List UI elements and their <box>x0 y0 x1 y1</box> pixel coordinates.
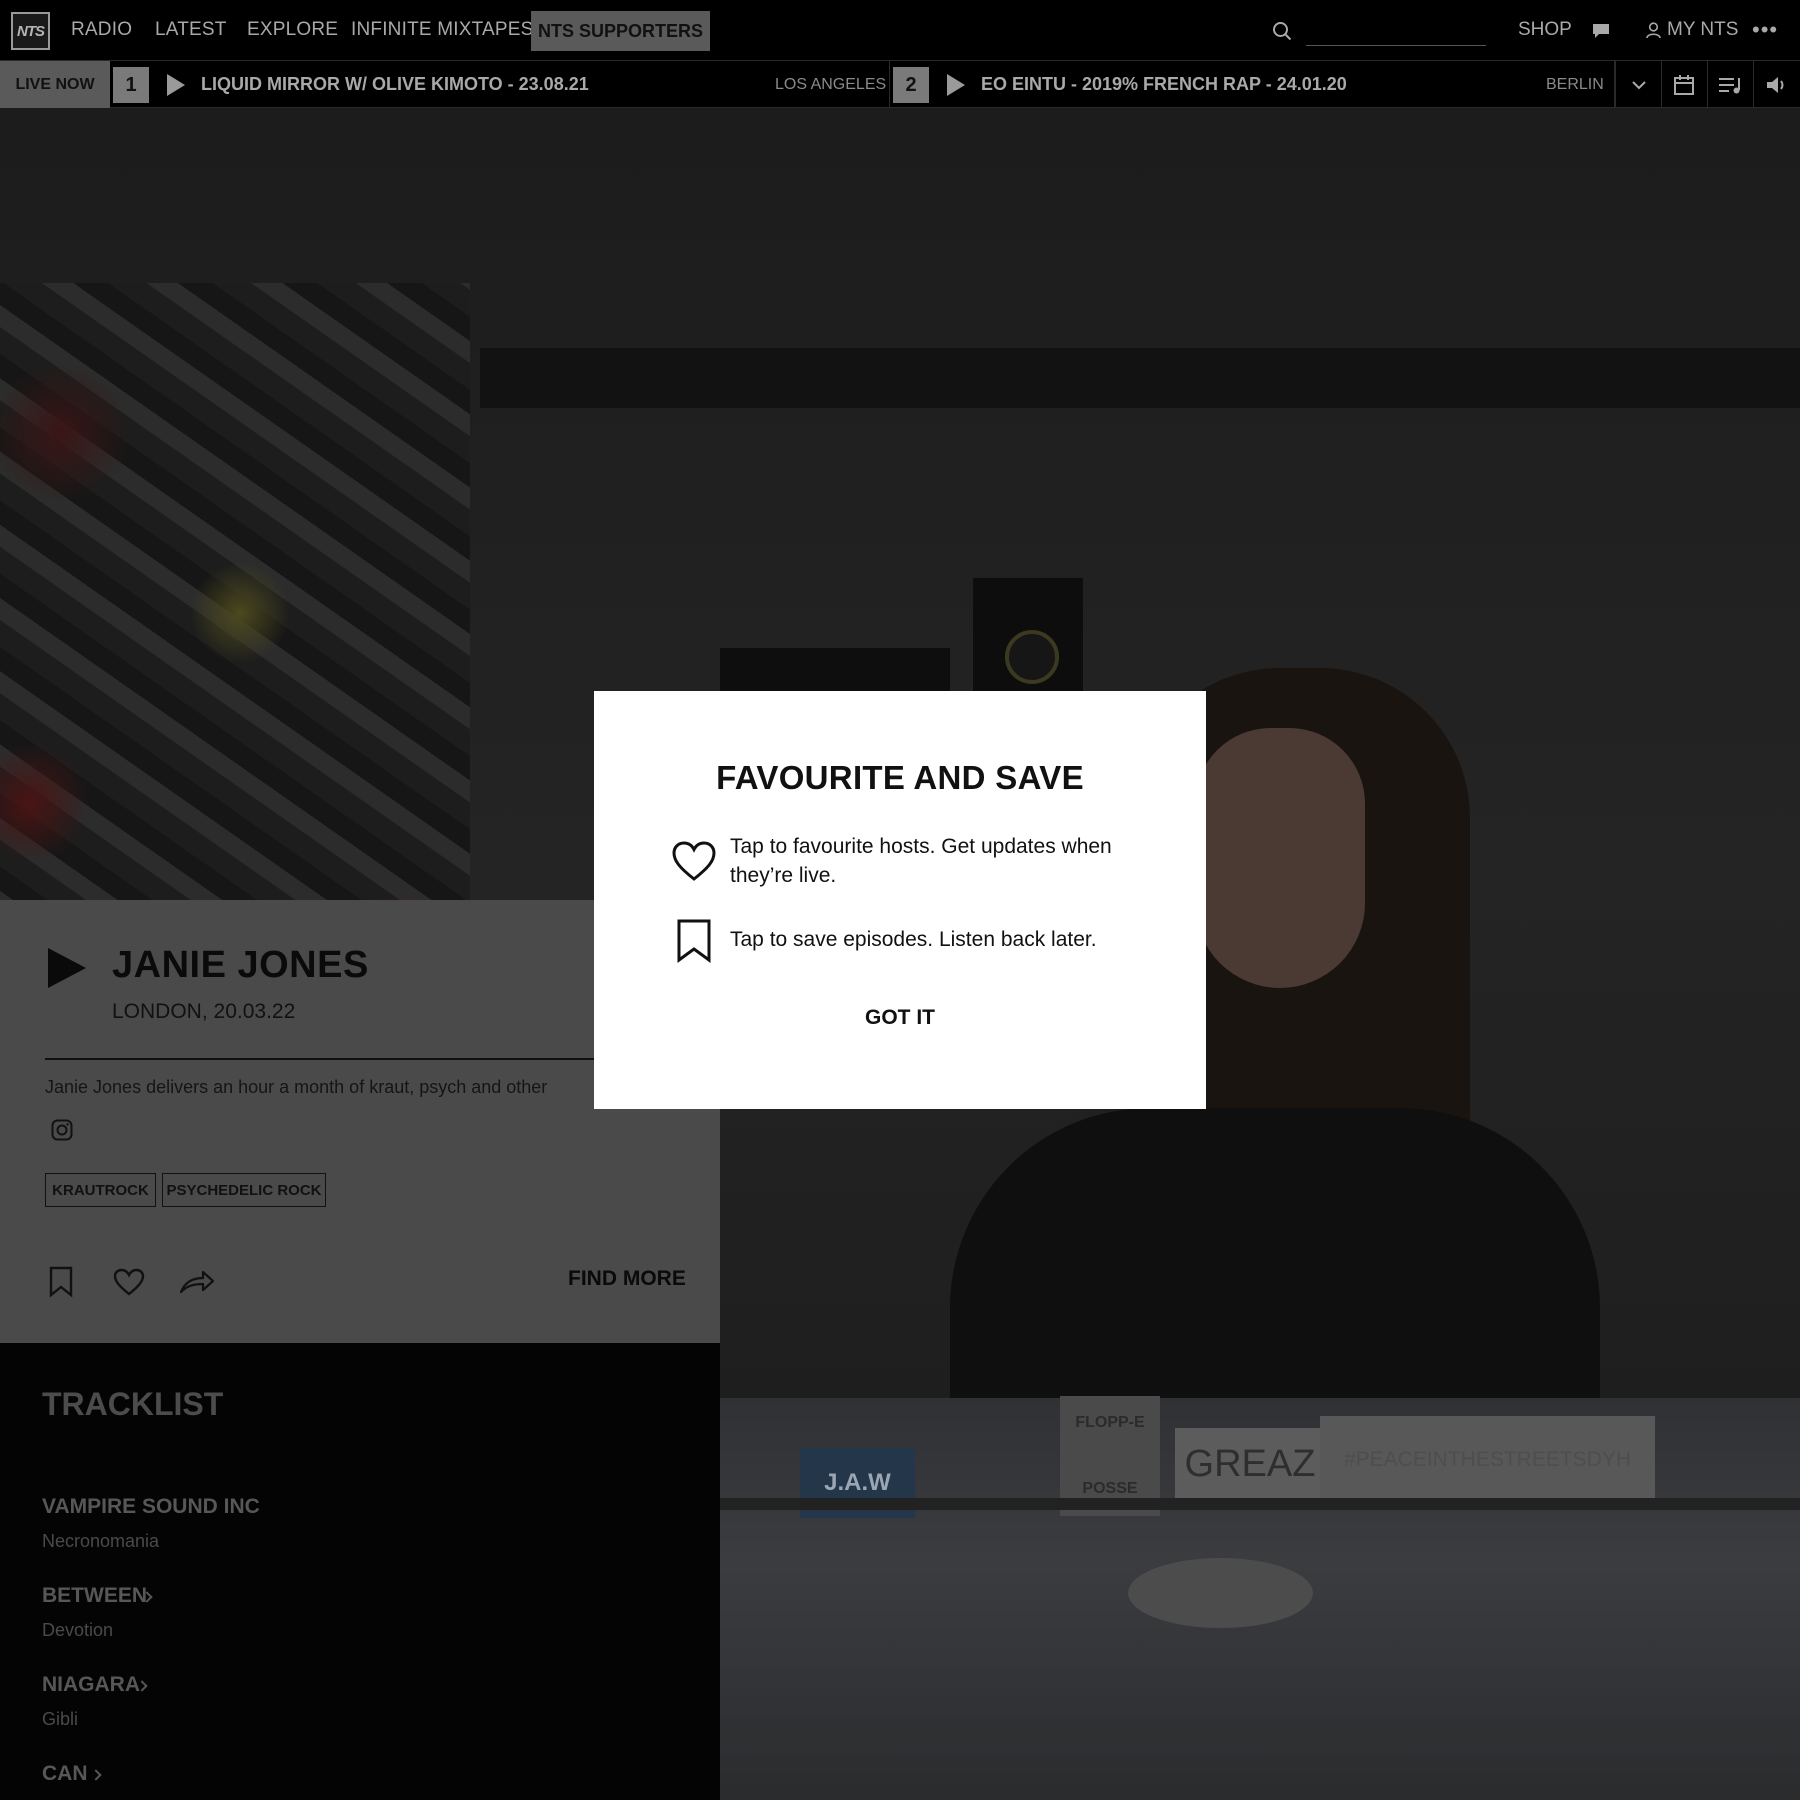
dialog-title: FAVOURITE AND SAVE <box>716 759 1084 796</box>
favourite-save-dialog: FAVOURITE AND SAVE Tap to favourite host… <box>594 691 1206 1109</box>
bookmark-icon <box>677 919 711 963</box>
favourite-instructions: Tap to favourite hosts. Get updates when… <box>730 835 1112 887</box>
save-instructions: Tap to save episodes. Listen back later. <box>730 928 1097 951</box>
got-it-button[interactable]: GOT IT <box>594 1006 1206 1030</box>
heart-icon <box>672 841 716 881</box>
